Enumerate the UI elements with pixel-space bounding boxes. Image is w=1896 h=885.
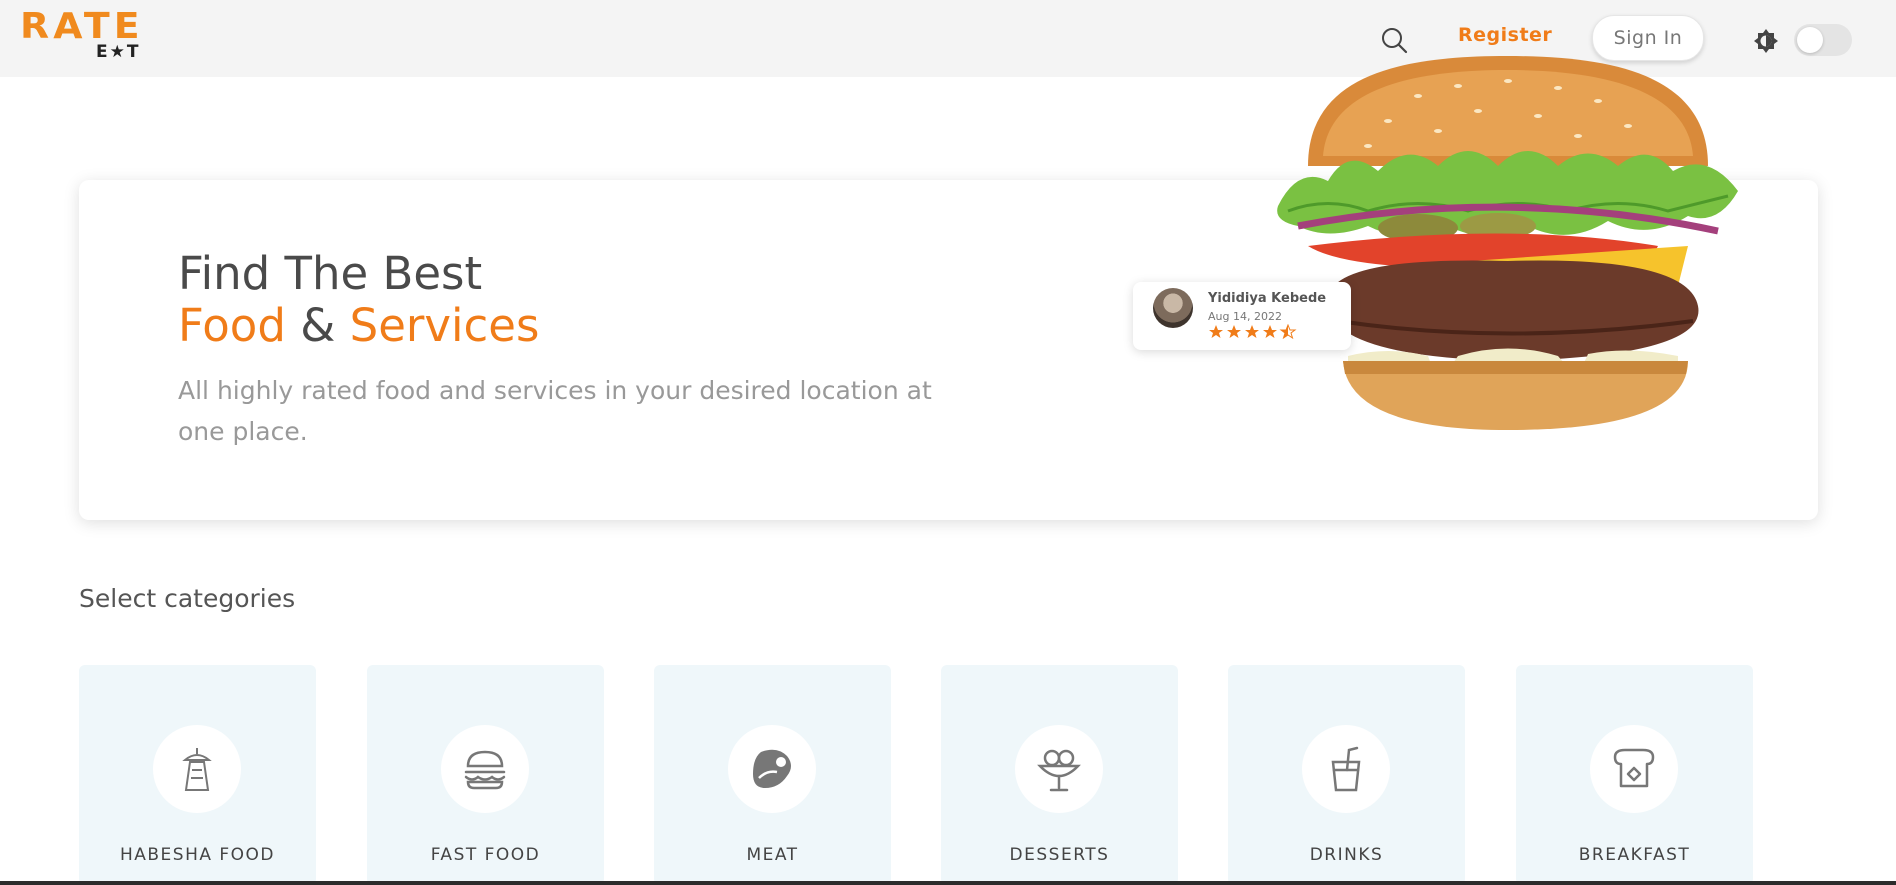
review-card[interactable]: Yididiya Kebede Aug 14, 2022 — [1133, 282, 1351, 350]
hero-title-food: Food — [178, 299, 286, 352]
category-icon-circle — [153, 725, 241, 813]
categories-heading: Select categories — [79, 584, 296, 613]
category-icon-circle — [441, 725, 529, 813]
search-icon[interactable] — [1380, 26, 1408, 54]
hero-title-amp: & — [300, 299, 336, 352]
category-label: MEAT — [746, 845, 799, 865]
hero-title-line1: Find The Best — [178, 247, 483, 300]
rate-et-logo[interactable]: RATE E★T — [20, 6, 144, 62]
category-label: BREAKFAST — [1578, 845, 1691, 865]
hero-description: All highly rated food and services in yo… — [178, 376, 932, 446]
star-rating — [1209, 324, 1297, 340]
reviewer-name: Yididiya Kebede — [1208, 291, 1327, 306]
category-icon-circle — [1302, 725, 1390, 813]
category-label: DRINKS — [1309, 845, 1384, 865]
category-label: DESSERTS — [1009, 845, 1110, 865]
category-label: FAST FOOD — [430, 845, 541, 865]
jebena-icon — [182, 748, 212, 791]
category-icon-circle — [1015, 725, 1103, 813]
category-label: HABESHA FOOD — [119, 845, 276, 865]
category-fast-food[interactable]: FAST FOOD — [367, 665, 604, 885]
ice-cream-icon — [1037, 749, 1081, 792]
logo-sub: E★T — [96, 42, 141, 62]
hero-title: Find The Best Food & Services — [178, 248, 539, 352]
category-drinks[interactable]: DRINKS — [1228, 665, 1465, 885]
category-habesha-food[interactable]: HABESHA FOOD — [79, 665, 316, 885]
review-date: Aug 14, 2022 — [1208, 310, 1282, 323]
hero-title-line2: Food & Services — [178, 300, 539, 352]
burger-image — [1277, 56, 1738, 430]
bottom-bar — [0, 881, 1896, 885]
toggle-knob — [1797, 27, 1823, 53]
steak-icon — [753, 749, 791, 788]
category-desserts[interactable]: DESSERTS — [941, 665, 1178, 885]
toast-icon — [1613, 748, 1655, 788]
category-meat[interactable]: MEAT — [654, 665, 891, 885]
hero-title-services: Services — [349, 299, 540, 352]
register-link[interactable]: Register — [1458, 24, 1552, 46]
cup-straw-icon — [1331, 746, 1361, 792]
dark-mode-toggle[interactable] — [1794, 24, 1852, 56]
reviewer-avatar — [1153, 288, 1193, 328]
category-icon-circle — [728, 725, 816, 813]
sign-in-button[interactable]: Sign In — [1592, 15, 1704, 61]
burger-icon — [464, 750, 506, 790]
logo-word: RATE — [20, 6, 144, 47]
brightness-icon[interactable] — [1753, 28, 1779, 54]
category-icon-circle — [1590, 725, 1678, 813]
category-breakfast[interactable]: BREAKFAST — [1516, 665, 1753, 885]
